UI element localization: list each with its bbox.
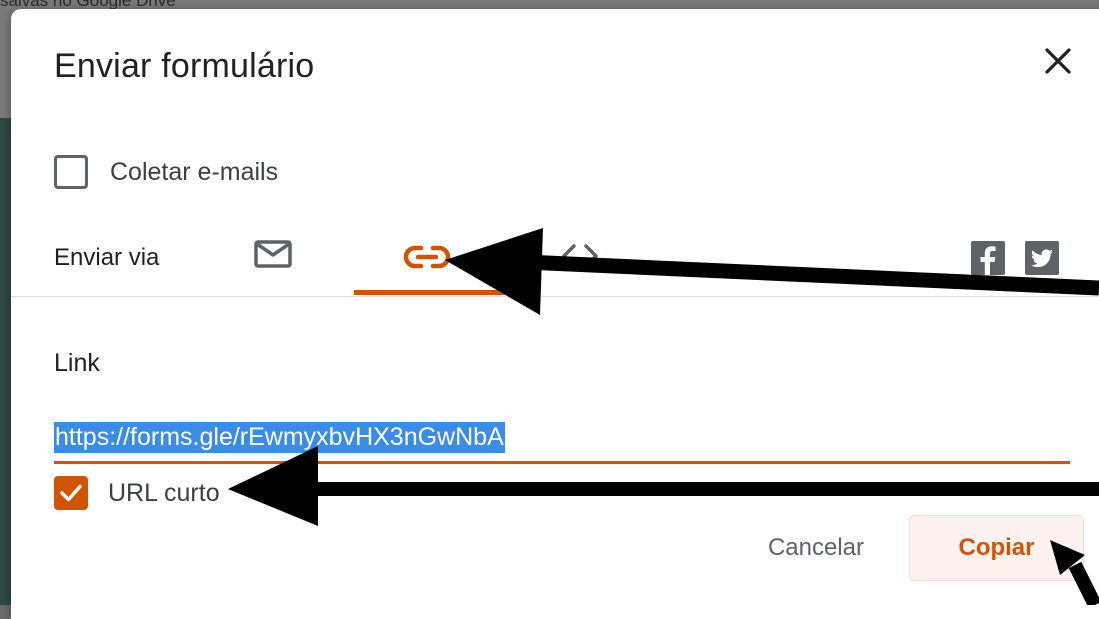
- close-icon[interactable]: [1041, 44, 1075, 78]
- short-url-label: URL curto: [108, 478, 220, 507]
- send-form-dialog: Enviar formulário Coletar e-mails Enviar…: [11, 9, 1099, 619]
- tab-divider: [11, 296, 1099, 297]
- cancel-button[interactable]: Cancelar: [731, 515, 901, 581]
- checkmark-icon: [60, 484, 82, 502]
- dialog-title: Enviar formulário: [54, 47, 315, 85]
- collect-emails-label: Coletar e-mails: [110, 157, 279, 186]
- email-icon: [254, 240, 292, 268]
- short-url-checkbox-row[interactable]: URL curto: [54, 476, 220, 510]
- tab-embed[interactable]: [559, 241, 601, 271]
- embed-icon: [562, 244, 598, 268]
- tab-link[interactable]: [403, 239, 451, 275]
- selected-tab-indicator: [354, 290, 512, 295]
- send-via-label: Enviar via: [54, 244, 160, 271]
- tab-email[interactable]: [251, 238, 295, 272]
- link-url-field[interactable]: https://forms.gle/rEwmyxbvHX3nGwNbA: [54, 418, 1070, 464]
- collect-emails-checkbox-row[interactable]: Coletar e-mails: [54, 155, 278, 189]
- copy-button[interactable]: Copiar: [909, 515, 1084, 581]
- link-url-text[interactable]: https://forms.gle/rEwmyxbvHX3nGwNbA: [54, 422, 505, 453]
- link-icon: [403, 245, 451, 269]
- link-label: Link: [54, 349, 100, 377]
- facebook-icon[interactable]: [971, 241, 1005, 275]
- twitter-icon[interactable]: [1025, 241, 1059, 275]
- short-url-checkbox[interactable]: [54, 476, 88, 510]
- collect-emails-checkbox[interactable]: [54, 155, 88, 189]
